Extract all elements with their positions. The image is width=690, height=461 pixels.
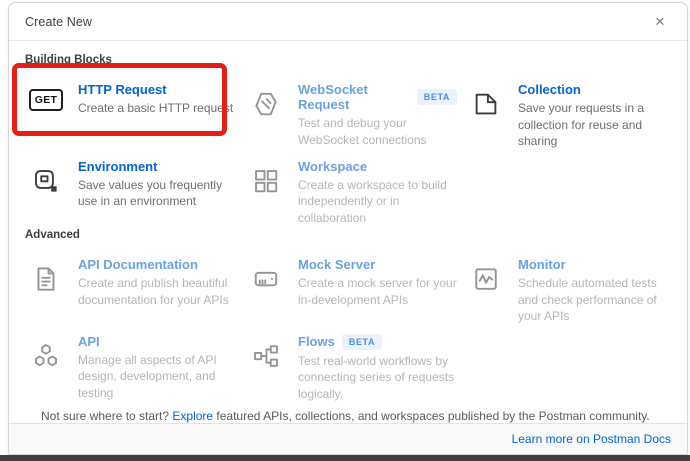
dialog-footer-bar: Learn more on Postman Docs <box>9 423 687 454</box>
item-text-block: API Manage all aspects of API design, dev… <box>78 333 237 403</box>
create-item-monitor[interactable]: Monitor Schedule automated tests and chec… <box>465 248 671 325</box>
get-method-label: GET <box>29 89 64 111</box>
hexagons-icon <box>25 333 67 403</box>
item-description-environment: Save values you frequently use in an env… <box>78 177 237 210</box>
section-label-advanced: Advanced <box>25 228 671 242</box>
grid-building-blocks: GET HTTP Request Create a basic HTTP reque… <box>25 73 671 226</box>
item-text-block: Flows BETA Test real-world workflows by co… <box>298 333 457 403</box>
item-description-flows: Test real-world workflows by connecting … <box>298 353 457 403</box>
item-title-collection[interactable]: Collection <box>518 82 581 97</box>
item-text-block: Workspace Create a workspace to build ind… <box>298 158 457 227</box>
dialog-body: Building Blocks GET HTTP Request Create a b… <box>9 41 687 423</box>
item-text-block: Mock Server Create a mock server for your… <box>298 256 457 325</box>
item-description-monitor: Schedule automated tests and check perfo… <box>518 275 663 325</box>
item-description-workspace: Create a workspace to build independentl… <box>298 177 457 227</box>
create-item-mock-server[interactable]: Mock Server Create a mock server for your… <box>245 248 465 325</box>
item-title-api[interactable]: API <box>78 334 100 349</box>
beta-badge: BETA <box>342 334 382 350</box>
create-item-collection[interactable]: Collection Save your requests in a collec… <box>465 73 671 150</box>
grid-advanced: API Documentation Create and publish beau… <box>25 248 671 402</box>
item-title-monitor[interactable]: Monitor <box>518 257 566 272</box>
item-description-api: Manage all aspects of API design, develo… <box>78 352 237 402</box>
create-item-api-documentation[interactable]: API Documentation Create and publish beau… <box>25 248 245 325</box>
item-text-block: API Documentation Create and publish beau… <box>78 256 237 325</box>
item-text-block: Collection Save your requests in a collec… <box>518 81 663 150</box>
item-description-mock-server: Create a mock server for your in-develop… <box>298 275 457 308</box>
monitor-icon <box>465 256 507 325</box>
section-label-building-blocks: Building Blocks <box>25 53 671 67</box>
item-title-api-documentation[interactable]: API Documentation <box>78 257 198 272</box>
dialog-title: Create New <box>25 15 92 29</box>
footer-note-prefix: Not sure where to start? <box>41 409 172 423</box>
learn-more-link[interactable]: Learn more on Postman Docs <box>512 432 671 446</box>
item-title-websocket-request[interactable]: WebSocket Request <box>298 82 410 112</box>
create-item-flows[interactable]: Flows BETA Test real-world workflows by co… <box>245 325 465 403</box>
item-text-block: Environment Save values you frequently us… <box>78 158 237 227</box>
footer-note-suffix: featured APIs, collections, and workspac… <box>213 409 650 423</box>
create-item-websocket-request[interactable]: WebSocket Request BETA Test and debug your… <box>245 73 465 150</box>
sections-container: Building Blocks GET HTTP Request Create a b… <box>25 53 671 403</box>
item-title-mock-server[interactable]: Mock Server <box>298 257 375 272</box>
server-icon <box>245 256 287 325</box>
create-new-dialog: Create New ✕ Building Blocks GET HTTP Requ… <box>8 2 688 455</box>
item-description-api-documentation: Create and publish beautiful documentati… <box>78 275 237 308</box>
environment-icon <box>25 158 67 227</box>
item-description-websocket-request: Test and debug your WebSocket connection… <box>298 115 457 148</box>
item-text-block: WebSocket Request BETA Test and debug your… <box>298 81 457 150</box>
dialog-header: Create New ✕ <box>9 3 687 41</box>
item-title-workspace[interactable]: Workspace <box>298 159 367 174</box>
create-item-api[interactable]: API Manage all aspects of API design, dev… <box>25 325 245 403</box>
create-item-workspace[interactable]: Workspace Create a workspace to build ind… <box>245 150 465 227</box>
document-icon <box>25 256 67 325</box>
close-icon[interactable]: ✕ <box>651 13 669 31</box>
workspace-icon <box>245 158 287 227</box>
collection-icon <box>465 81 507 150</box>
item-description-http-request: Create a basic HTTP request <box>78 100 233 117</box>
websocket-icon <box>245 81 287 150</box>
item-description-collection: Save your requests in a collection for r… <box>518 100 663 150</box>
item-text-block: HTTP Request Create a basic HTTP request <box>78 81 233 150</box>
item-title-http-request[interactable]: HTTP Request <box>78 82 167 97</box>
explore-link[interactable]: Explore <box>172 409 213 423</box>
item-title-environment[interactable]: Environment <box>78 159 157 174</box>
item-text-block: Monitor Schedule automated tests and chec… <box>518 256 663 325</box>
get-method-icon: GET <box>25 81 67 150</box>
window-bottom-strip <box>0 455 690 461</box>
create-item-http-request[interactable]: GET HTTP Request Create a basic HTTP reque… <box>25 73 245 150</box>
footer-note: Not sure where to start? Explore feature… <box>25 405 671 423</box>
item-title-flows[interactable]: Flows <box>298 334 335 349</box>
beta-badge: BETA <box>417 89 457 105</box>
create-item-environment[interactable]: Environment Save values you frequently us… <box>25 150 245 227</box>
flows-icon <box>245 333 287 403</box>
